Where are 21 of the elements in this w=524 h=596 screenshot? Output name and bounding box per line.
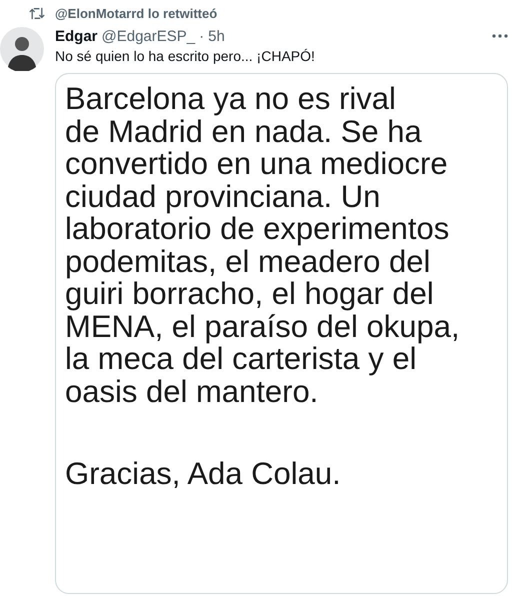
author-handle[interactable]: @EdgarESP_ bbox=[102, 28, 196, 44]
image-text-line: ciudad provinciana. Un bbox=[65, 180, 382, 213]
retweet-icon bbox=[29, 6, 45, 20]
separator-dot: · bbox=[199, 28, 204, 44]
image-text-line: de Madrid en nada. Se ha bbox=[65, 116, 423, 148]
more-icon[interactable] bbox=[492, 34, 508, 38]
image-text-line: MENA, el paraíso del okupa, bbox=[65, 310, 461, 343]
image-text-line: podemitas, el meadero del bbox=[65, 246, 430, 278]
retweet-text[interactable]: @ElonMotarrd lo retwitteó bbox=[55, 6, 218, 20]
image-text-line: laboratorio de experimentos bbox=[65, 213, 450, 246]
image-text-line: guiri borracho, el hogar del bbox=[65, 278, 435, 310]
author-name[interactable]: Edgar bbox=[55, 28, 98, 44]
image-text-line: convertido en una mediocre bbox=[65, 148, 449, 180]
avatar-icon[interactable] bbox=[0, 27, 44, 71]
image-text-line: Gracias, Ada Colau. bbox=[65, 458, 342, 490]
image-text-line: Barcelona ya no es rival bbox=[65, 83, 397, 116]
image-text-line: oasis del mantero. bbox=[65, 376, 320, 408]
tweet-time[interactable]: 5h bbox=[208, 28, 225, 44]
image-card[interactable] bbox=[55, 73, 508, 594]
image-text-line: la meca del carterista y el bbox=[65, 343, 416, 376]
tweet-text: No sé quien lo ha escrito pero... ¡CHAPÓ! bbox=[55, 48, 316, 64]
